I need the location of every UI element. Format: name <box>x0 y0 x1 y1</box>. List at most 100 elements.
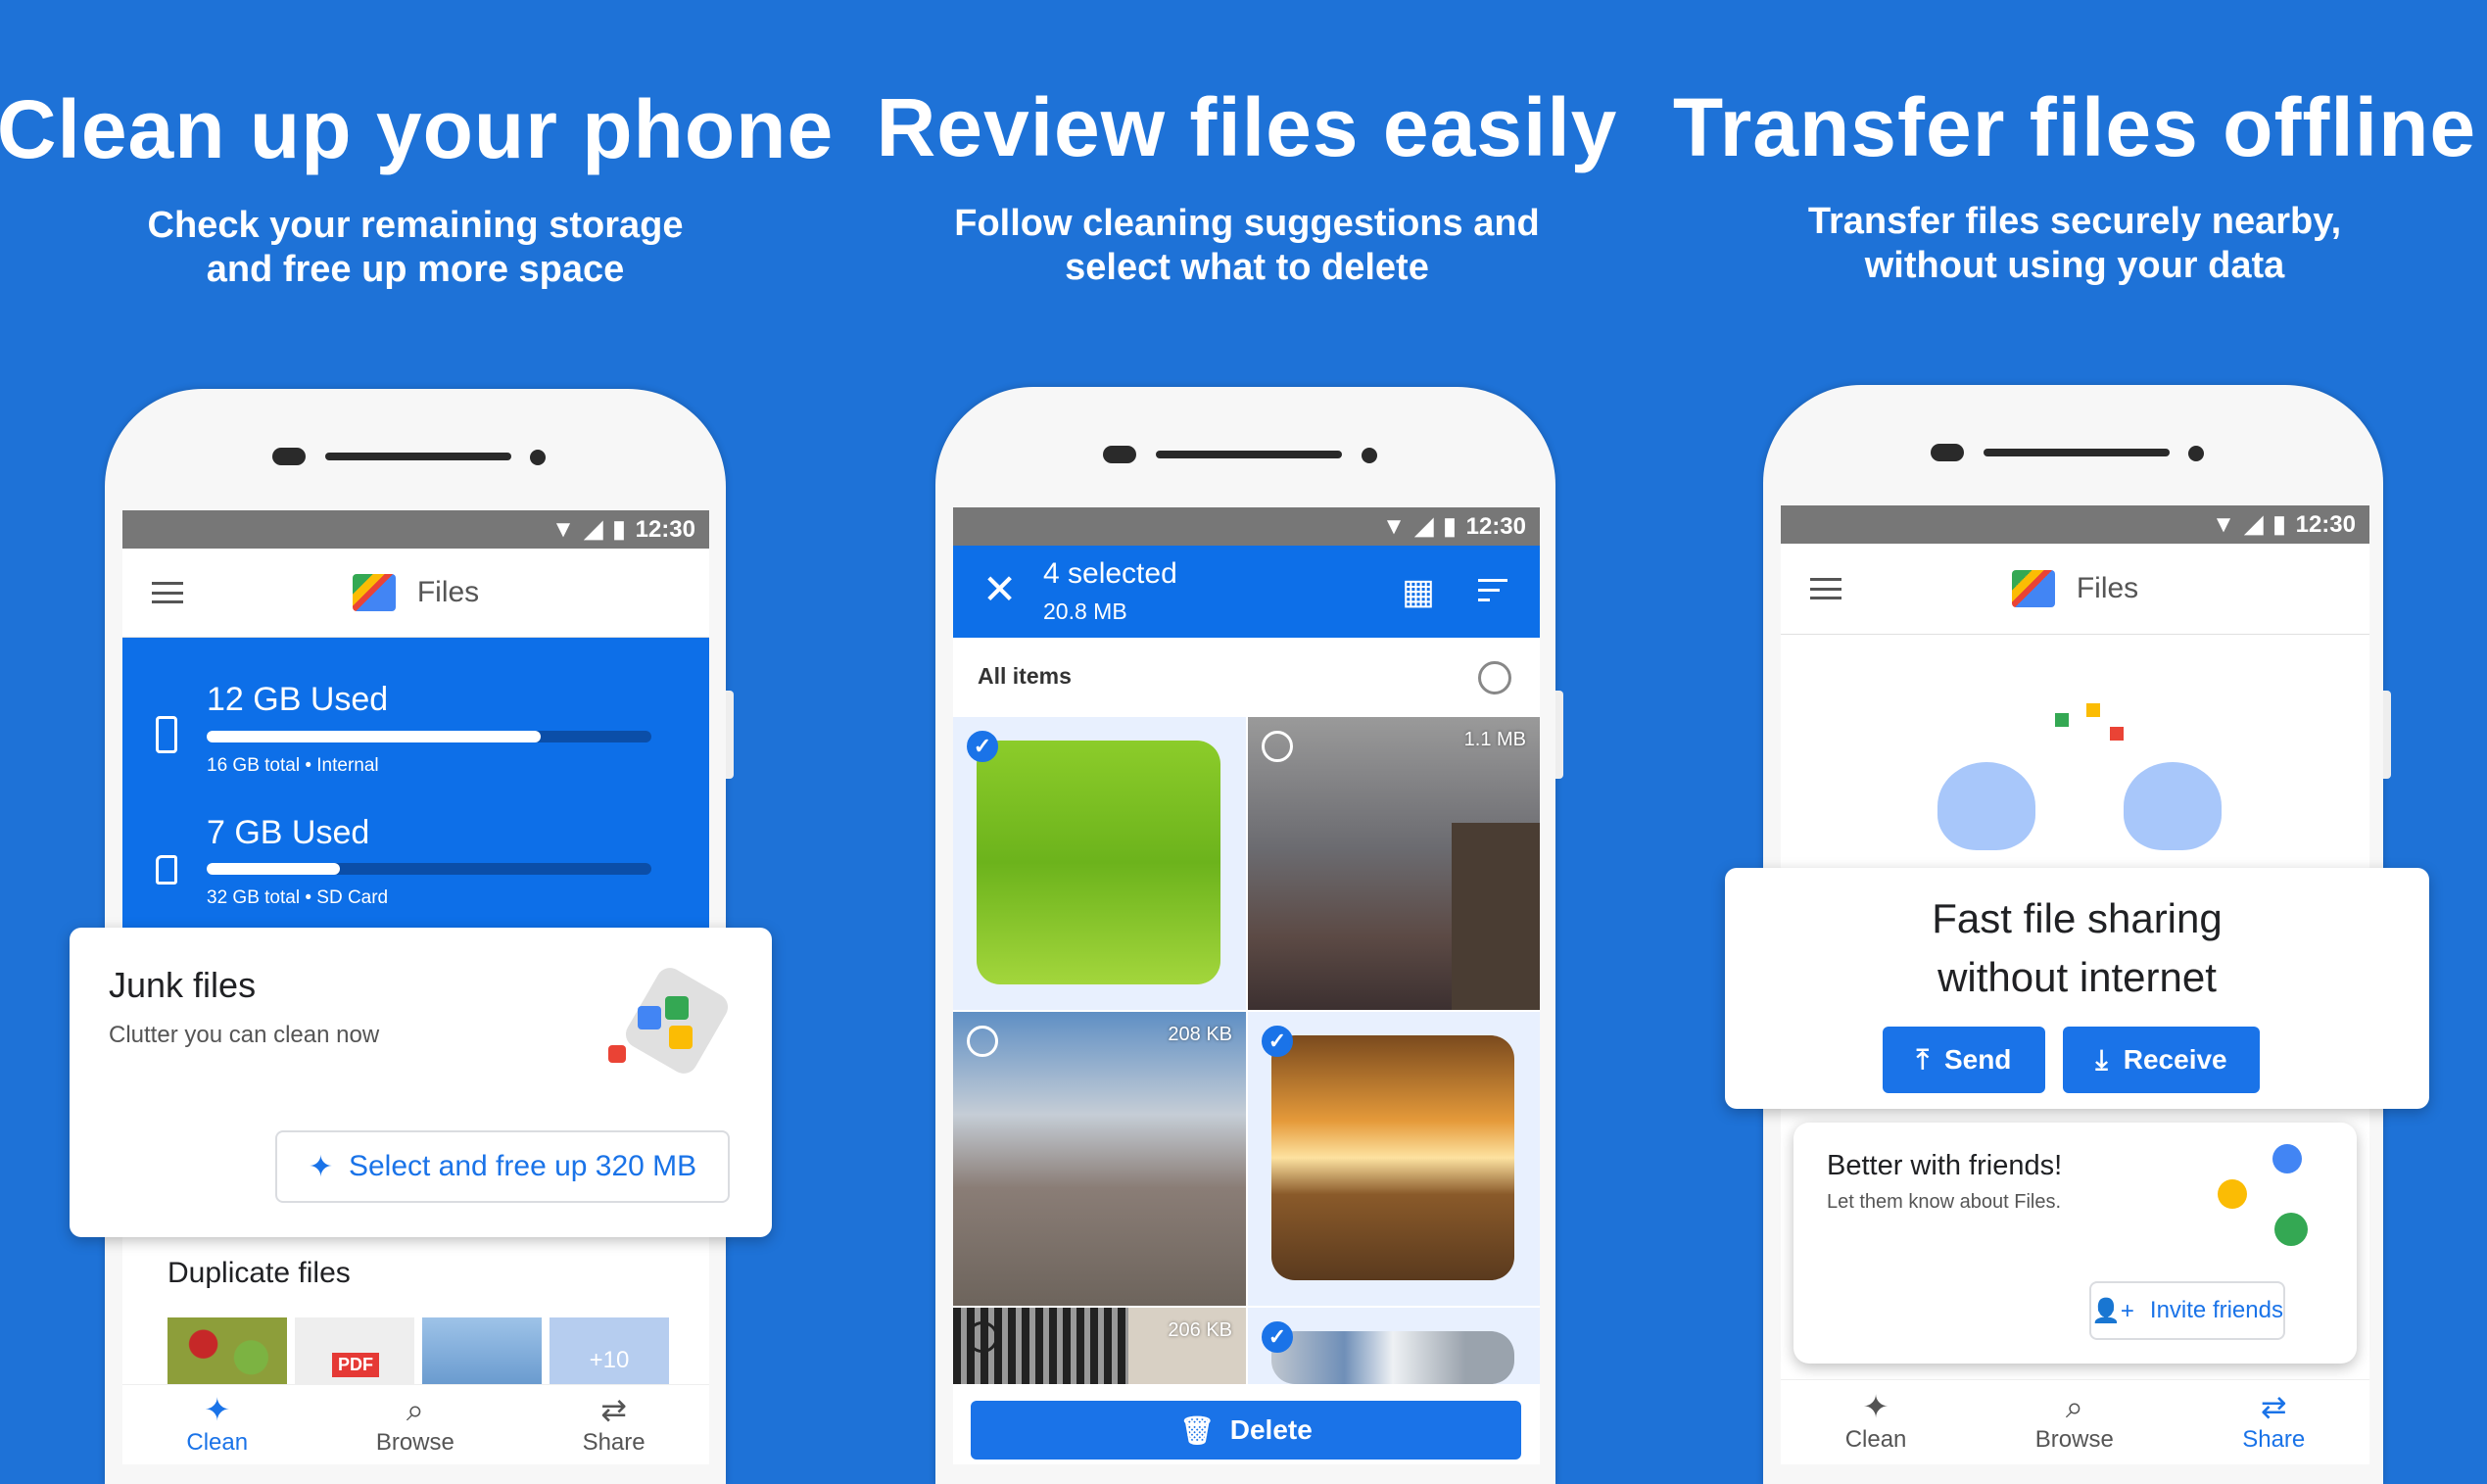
panel2-subtitle: Follow cleaning suggestions and select wh… <box>954 202 1540 290</box>
files-logo <box>2011 570 2055 607</box>
nav-share[interactable]: ⇄ Share <box>583 1394 646 1457</box>
file-dot <box>2055 713 2069 727</box>
selected-size: 20.8 MB <box>1043 598 1127 624</box>
panel1-title: Clean up your phone <box>0 83 835 175</box>
sd-used: 7 GB Used <box>207 814 370 851</box>
duplicate-thumb-sky[interactable] <box>422 1317 542 1384</box>
checked-icon[interactable]: ✓ <box>967 731 998 762</box>
nav-label: Clean <box>186 1428 249 1456</box>
status-time: 12:30 <box>2295 510 2356 538</box>
status-bar: ▼ ◢ ▮ 12:30 <box>953 507 1540 546</box>
unchecked-icon[interactable] <box>967 1026 998 1057</box>
status-time: 12:30 <box>635 515 695 543</box>
browse-folder-icon: ⌕ <box>2065 1389 2083 1424</box>
phone-camera <box>1362 448 1377 463</box>
phone-icon <box>156 716 177 753</box>
nav-browse[interactable]: ⌕ Browse <box>2035 1391 2114 1454</box>
photo-mountain <box>953 1012 1246 1306</box>
character-right <box>2124 762 2222 850</box>
invite-friends-button[interactable]: 👤+ Invite friends <box>2089 1281 2285 1340</box>
phone-side-button <box>2383 691 2391 779</box>
trash-icon: 🗑 <box>1179 1414 1215 1446</box>
battery-icon: ▮ <box>1443 513 1457 540</box>
photo-cell[interactable]: 1.1 MB <box>1248 717 1540 1010</box>
send-button[interactable]: ⤒ Send <box>1883 1027 2045 1093</box>
sparkle-icon: ✦ <box>204 1391 231 1427</box>
sd-detail: 32 GB total • SD Card <box>207 887 389 908</box>
phone-camera <box>530 450 546 465</box>
nav-label: Clean <box>1844 1426 1907 1453</box>
junk-title: Junk files <box>109 965 257 1005</box>
wifi-icon: ▼ <box>1382 512 1406 540</box>
all-items-label: All items <box>978 663 1072 689</box>
grid-view-icon[interactable]: ▦ <box>1402 571 1435 612</box>
friends-title: Better with friends! <box>1827 1150 2063 1181</box>
file-dot <box>2110 727 2124 741</box>
photo-cell[interactable]: ✓ <box>1248 1308 1540 1384</box>
unchecked-icon[interactable] <box>1262 731 1293 762</box>
battery-icon: ▮ <box>612 516 626 543</box>
storage-panel: 12 GB Used 16 GB total • Internal 7 GB U… <box>122 638 709 928</box>
fast-sharing-card: Fast file sharing without internet ⤒ Send … <box>1725 868 2429 1109</box>
photo-cell[interactable]: ✓ <box>953 717 1246 1010</box>
button-label: Receive <box>2123 1044 2227 1075</box>
junk-files-card: Junk files Clutter you can clean now ✦ Se… <box>70 928 772 1237</box>
phone-side-button <box>726 691 734 779</box>
nav-browse[interactable]: ⌕ Browse <box>376 1394 454 1457</box>
checked-icon[interactable]: ✓ <box>1262 1321 1293 1353</box>
photo-cell[interactable]: 206 KB <box>953 1308 1246 1384</box>
phone-sensor <box>1931 444 1964 461</box>
photo-grid: ✓ 1.1 MB 208 KB ✓ 206 KB ✓ <box>953 717 1540 1384</box>
receive-button[interactable]: ⤓ Receive <box>2063 1027 2260 1093</box>
duplicate-thumb-pdf[interactable]: PDF <box>295 1317 414 1384</box>
friends-subtitle: Let them know about Files. <box>1827 1191 2062 1213</box>
subtitle-line: and free up more space <box>206 249 625 290</box>
unchecked-icon[interactable] <box>967 1321 998 1353</box>
nav-share[interactable]: ⇄ Share <box>2242 1391 2305 1454</box>
button-label: Delete <box>1229 1414 1313 1445</box>
nav-label: Browse <box>2034 1426 2114 1453</box>
files-logo <box>352 574 396 611</box>
selection-appbar: ✕ 4 selected 20.8 MB ▦ <box>953 546 1540 638</box>
sort-icon[interactable] <box>1478 579 1507 602</box>
sharing-illustration <box>1937 703 2222 870</box>
delete-button[interactable]: 🗑 Delete <box>971 1401 1521 1460</box>
phone-sensor <box>1103 446 1136 463</box>
phone-sensor <box>272 448 306 465</box>
close-icon[interactable]: ✕ <box>982 565 1017 613</box>
download-icon: ⤓ <box>2095 1043 2108 1075</box>
sparkle-icon: ✦ <box>308 1150 333 1183</box>
photo-field <box>977 741 1220 984</box>
subtitle-line: select what to delete <box>1065 247 1429 288</box>
duplicates-section: Duplicate files PDF +10 <box>122 1237 709 1384</box>
nav-clean[interactable]: ✦ Clean <box>1845 1391 1907 1454</box>
select-free-up-button[interactable]: ✦ Select and free up 320 MB <box>275 1130 730 1203</box>
sd-usage-bar <box>207 863 651 875</box>
photo-cell[interactable]: 208 KB <box>953 1012 1246 1306</box>
friends-network-icon <box>2218 1144 2325 1252</box>
nav-clean[interactable]: ✦ Clean <box>186 1394 248 1457</box>
menu-icon[interactable] <box>1810 578 1841 599</box>
duplicates-title: Duplicate files <box>167 1257 351 1289</box>
phone-side-button <box>1555 691 1563 779</box>
photo-sunset <box>1271 1035 1514 1280</box>
nav-label: Browse <box>375 1428 454 1456</box>
sd-card-icon <box>156 855 177 885</box>
checked-icon[interactable]: ✓ <box>1262 1026 1293 1057</box>
select-all-checkbox[interactable] <box>1478 661 1511 694</box>
phone-speaker <box>325 453 511 460</box>
duplicate-more[interactable]: +10 <box>550 1317 669 1384</box>
fast-sharing-headline: Fast file sharing without internet <box>1725 889 2429 1007</box>
app-toolbar: Files <box>1781 544 2369 635</box>
panel2-title: Review files easily <box>876 81 1618 173</box>
duplicate-thumb-apples[interactable] <box>167 1317 287 1384</box>
photo-cell[interactable]: ✓ <box>1248 1012 1540 1306</box>
all-items-row[interactable]: All items <box>953 638 1540 717</box>
status-bar: ▼ ◢ ▮ 12:30 <box>1781 505 2369 544</box>
menu-icon[interactable] <box>152 582 183 603</box>
file-dot <box>2086 703 2100 717</box>
button-label: Select and free up 320 MB <box>348 1150 697 1182</box>
headline-line: without internet <box>1937 954 2217 1000</box>
photo-size: 1.1 MB <box>1463 729 1526 750</box>
wifi-icon: ▼ <box>551 515 575 543</box>
